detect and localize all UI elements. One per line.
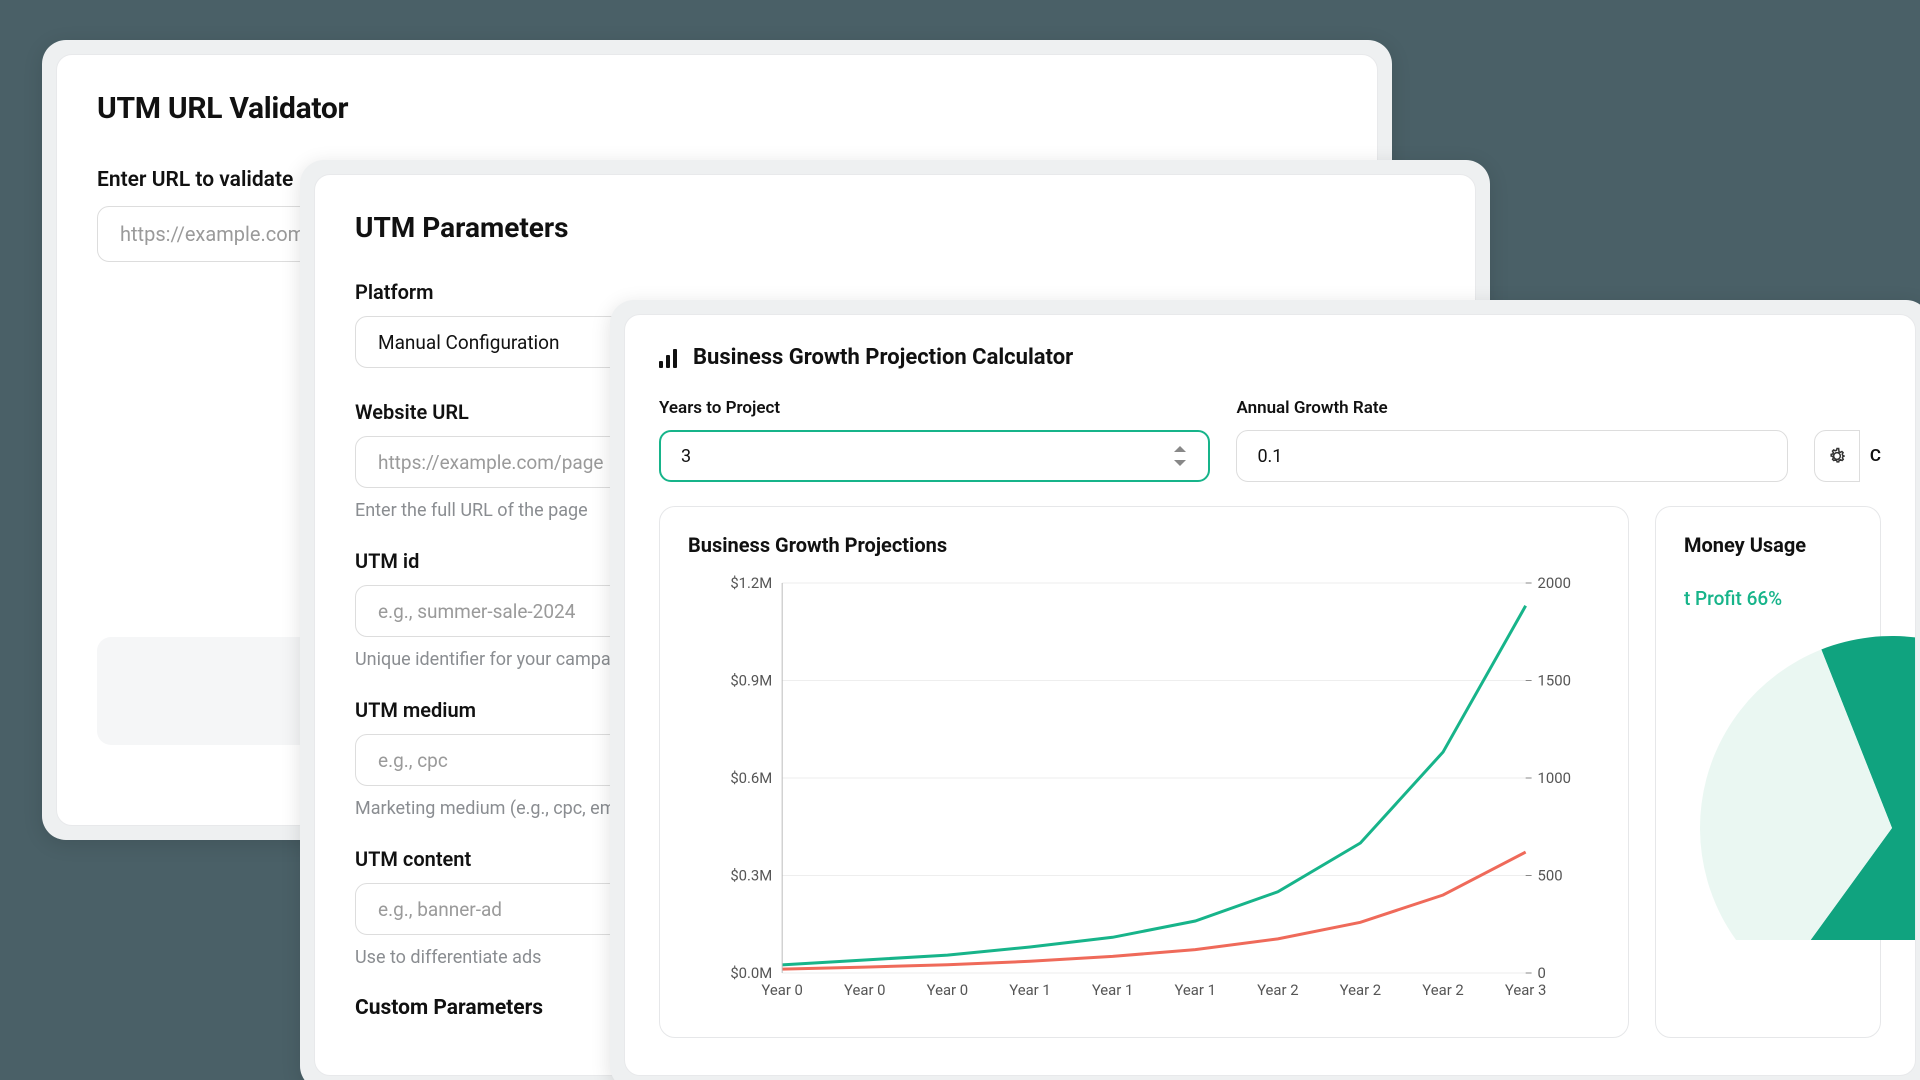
customize-label-fragment: C <box>1870 446 1881 466</box>
growth-title: Business Growth Projection Calculator <box>693 345 1073 370</box>
money-usage-panel: Money Usage t Profit 66% <box>1655 506 1881 1038</box>
svg-text:500: 500 <box>1538 866 1563 884</box>
utm-validator-title: UTM URL Validator <box>97 91 1337 126</box>
svg-text:2000: 2000 <box>1538 574 1571 592</box>
utm-id-placeholder: e.g., summer-sale-2024 <box>378 600 575 623</box>
stepper-icon <box>1172 446 1188 466</box>
customize-button[interactable] <box>1814 430 1860 482</box>
svg-text:Year 0: Year 0 <box>927 981 968 999</box>
website-url-placeholder: https://example.com/page <box>378 451 603 474</box>
svg-text:Year 2: Year 2 <box>1257 981 1298 999</box>
pie-slice-label: t Profit 66% <box>1684 587 1852 610</box>
money-usage-pie <box>1684 620 1916 940</box>
growth-rate-value: 0.1 <box>1257 446 1282 467</box>
growth-controls-row: Years to Project 3 Annual Growth Rate 0.… <box>659 398 1881 482</box>
svg-text:$0.6M: $0.6M <box>730 769 772 787</box>
svg-text:Year 1: Year 1 <box>1092 981 1133 999</box>
growth-rate-label: Annual Growth Rate <box>1236 398 1787 418</box>
growth-projection-card: Business Growth Projection Calculator Ye… <box>610 300 1920 1080</box>
gear-icon <box>1827 446 1847 466</box>
svg-text:Year 3: Year 3 <box>1505 981 1546 999</box>
svg-text:$0.9M: $0.9M <box>730 671 772 689</box>
utm-content-placeholder: e.g., banner-ad <box>378 898 502 921</box>
svg-text:$0.3M: $0.3M <box>730 866 772 884</box>
svg-text:Year 2: Year 2 <box>1422 981 1463 999</box>
svg-text:$0.0M: $0.0M <box>730 964 772 982</box>
growth-rate-control: Annual Growth Rate 0.1 <box>1236 398 1787 482</box>
utm-parameters-title: UTM Parameters <box>355 211 1435 244</box>
growth-header: Business Growth Projection Calculator <box>659 345 1881 370</box>
years-select[interactable]: 3 <box>659 430 1210 482</box>
svg-text:Year 1: Year 1 <box>1009 981 1050 999</box>
years-control: Years to Project 3 <box>659 398 1210 482</box>
svg-text:1500: 1500 <box>1538 671 1571 689</box>
utm-medium-placeholder: e.g., cpc <box>378 749 448 772</box>
projection-chart-panel: Business Growth Projections $0.0M 0 $0.3M 5… <box>659 506 1629 1038</box>
svg-text:$1.2M: $1.2M <box>730 574 772 592</box>
svg-text:Year 1: Year 1 <box>1174 981 1215 999</box>
bar-chart-icon <box>659 348 677 368</box>
projection-chart: $0.0M 0 $0.3M 500 $0.6M 1000 $0.9M 1500 $1.2M 200… <box>688 571 1600 1011</box>
svg-text:1000: 1000 <box>1538 769 1571 787</box>
years-label: Years to Project <box>659 398 1210 418</box>
svg-text:0: 0 <box>1538 964 1546 982</box>
money-usage-title: Money Usage <box>1684 533 1852 557</box>
platform-value: Manual Configuration <box>378 331 560 354</box>
growth-panels: Business Growth Projections $0.0M 0 $0.3M 5… <box>659 506 1881 1038</box>
growth-projection-body: Business Growth Projection Calculator Ye… <box>624 314 1916 1076</box>
growth-rate-input[interactable]: 0.1 <box>1236 430 1787 482</box>
svg-text:Year 2: Year 2 <box>1340 981 1381 999</box>
svg-text:Year 0: Year 0 <box>761 981 802 999</box>
projection-chart-title: Business Growth Projections <box>688 533 1600 557</box>
years-value: 3 <box>681 446 691 467</box>
svg-text:Year 0: Year 0 <box>844 981 885 999</box>
